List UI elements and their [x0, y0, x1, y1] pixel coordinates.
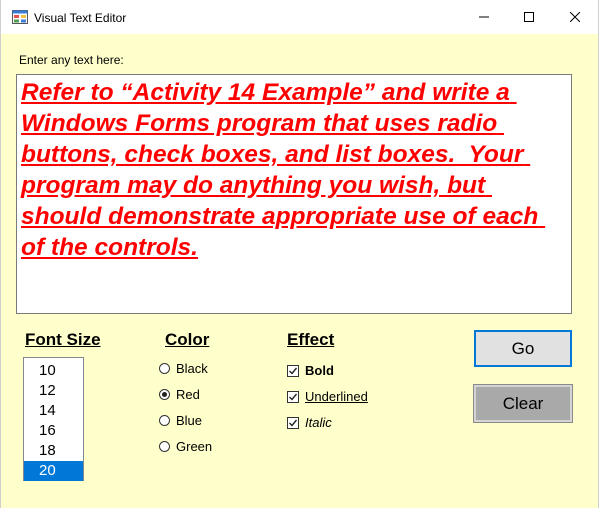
- go-button[interactable]: Go: [474, 330, 572, 367]
- radio-button-selected-icon[interactable]: [159, 389, 170, 400]
- checkmark-icon: [289, 419, 298, 427]
- radio-green[interactable]: Green: [159, 439, 212, 454]
- clear-button[interactable]: Clear: [473, 384, 573, 423]
- checkbox-icon[interactable]: [287, 416, 299, 429]
- editor-text[interactable]: Refer to “Activity 14 Example” and write…: [21, 77, 567, 263]
- close-icon: [570, 12, 580, 22]
- maximize-icon: [524, 12, 534, 22]
- title-bar[interactable]: Visual Text Editor: [1, 0, 598, 34]
- list-item[interactable]: 14: [24, 401, 83, 421]
- radio-black[interactable]: Black: [159, 361, 208, 376]
- close-button[interactable]: [552, 0, 598, 34]
- radio-label: Blue: [176, 413, 203, 428]
- list-item[interactable]: 12: [24, 381, 83, 401]
- radio-dot-icon: [162, 392, 167, 397]
- radio-label: Green: [176, 439, 213, 454]
- radio-red[interactable]: Red: [159, 387, 200, 402]
- list-item[interactable]: 10: [24, 361, 83, 381]
- main-window: Visual Text Editor Enter any text here: …: [0, 0, 599, 508]
- radio-blue[interactable]: Blue: [159, 413, 202, 428]
- checkbox-bold[interactable]: Bold: [287, 363, 334, 378]
- checkmark-icon: [289, 393, 298, 401]
- font-size-listbox[interactable]: 10 12 14 16 18 20: [23, 357, 84, 481]
- checkbox-label: Italic: [305, 415, 332, 430]
- radio-button-icon[interactable]: [159, 441, 170, 452]
- radio-button-icon[interactable]: [159, 415, 170, 426]
- radio-label: Red: [176, 387, 200, 402]
- checkbox-label: Underlined: [305, 389, 368, 404]
- radio-button-icon[interactable]: [159, 363, 170, 374]
- window-title: Visual Text Editor: [34, 11, 127, 25]
- font-size-label: Font Size: [25, 330, 101, 349]
- app-icon: [12, 10, 28, 24]
- maximize-button[interactable]: [506, 0, 552, 34]
- checkbox-icon[interactable]: [287, 390, 299, 403]
- list-item-selected[interactable]: 20: [24, 461, 83, 481]
- effect-label: Effect: [287, 330, 335, 349]
- checkbox-label: Bold: [305, 363, 334, 378]
- list-item[interactable]: 18: [24, 441, 83, 461]
- radio-label: Black: [176, 361, 208, 376]
- checkbox-underlined[interactable]: Underlined: [287, 389, 368, 404]
- color-label: Color: [165, 330, 210, 349]
- minimize-button[interactable]: [461, 0, 507, 34]
- checkmark-icon: [289, 367, 298, 375]
- minimize-icon: [479, 16, 489, 18]
- checkbox-icon[interactable]: [287, 364, 299, 377]
- text-prompt-label: Enter any text here:: [19, 53, 124, 67]
- checkbox-italic[interactable]: Italic: [287, 415, 332, 430]
- list-item[interactable]: 16: [24, 421, 83, 441]
- text-input-area[interactable]: Refer to “Activity 14 Example” and write…: [16, 74, 572, 314]
